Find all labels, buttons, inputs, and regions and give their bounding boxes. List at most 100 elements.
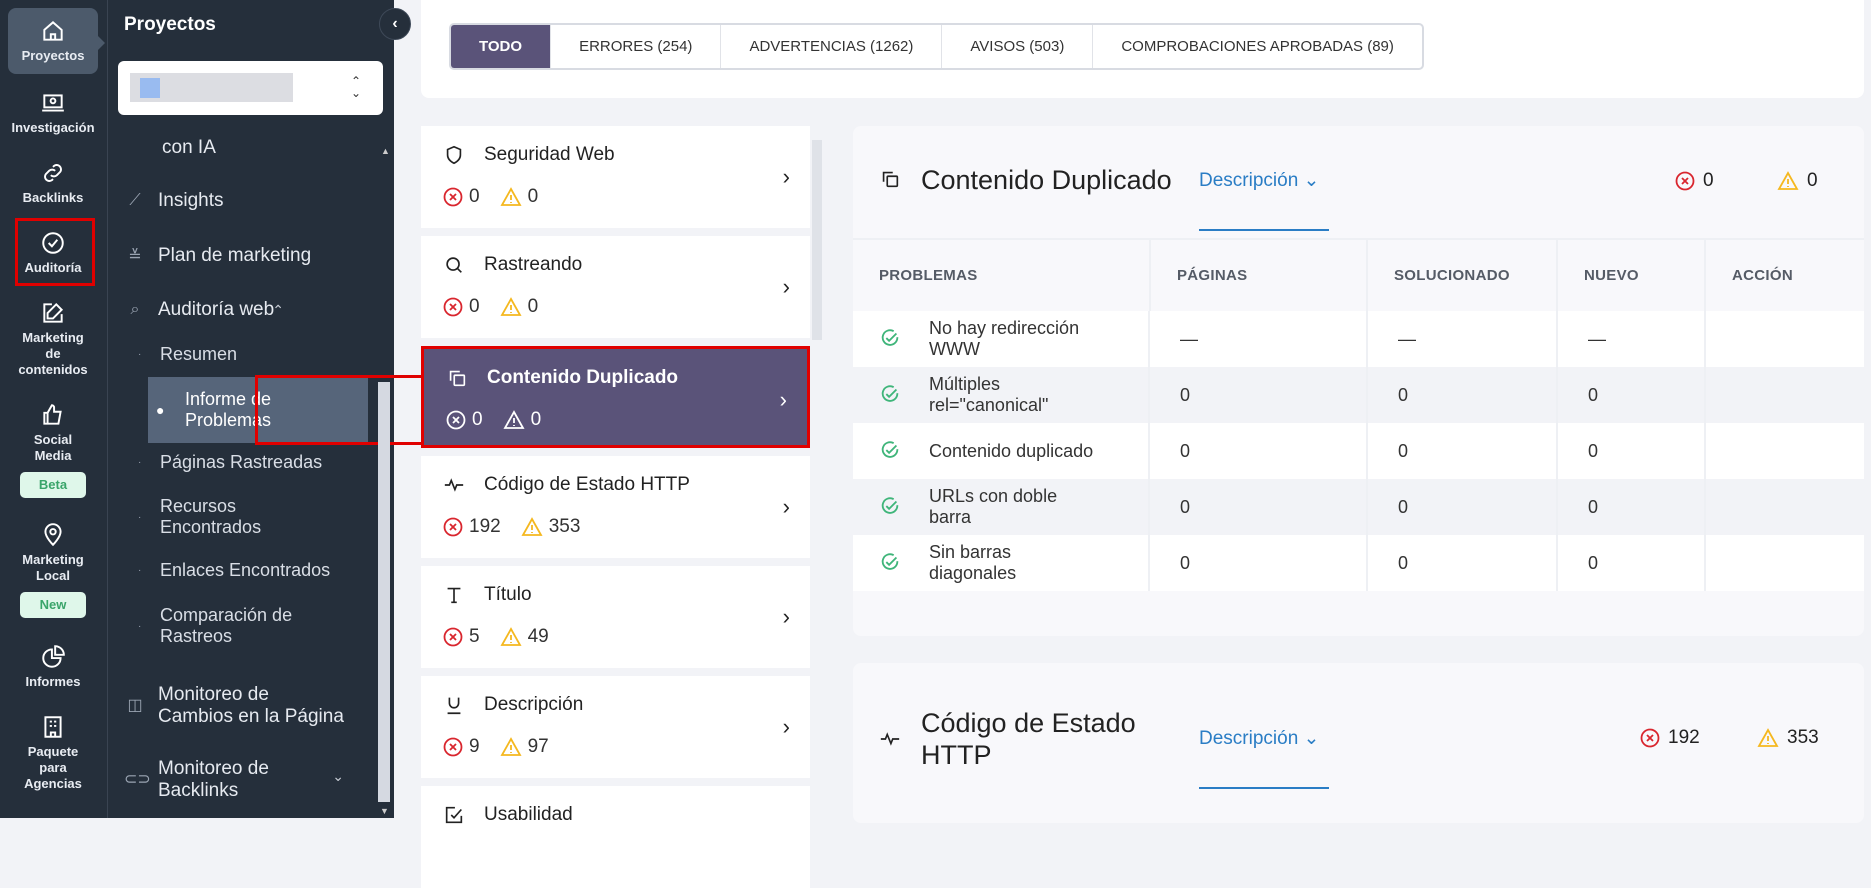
- action-cell: [1705, 535, 1864, 591]
- error-icon: [443, 297, 463, 317]
- rail-item-label: Marketing Local: [22, 552, 84, 583]
- description-underline: [1199, 787, 1329, 789]
- col-problemas: PROBLEMAS: [853, 238, 1151, 311]
- sidebar-item-monitoreo-backlinks[interactable]: ⊂⊃ Monitoreo de Backlinks: [124, 758, 308, 802]
- sidebar-item-con-ia[interactable]: con IA: [162, 137, 216, 159]
- description-underline: [1199, 229, 1329, 231]
- warning-count: 0: [527, 186, 539, 207]
- warning-icon: [1777, 171, 1799, 190]
- chevron-right-icon: ›: [782, 274, 790, 299]
- description-label: Descripción: [1199, 170, 1299, 191]
- sidebar-item-monitoreo-cambios[interactable]: ◫ Monitoreo de Cambios en la Página: [124, 684, 348, 728]
- subitem-enlaces-encontrados[interactable]: · Enlaces Encontrados: [138, 560, 368, 581]
- pages-cell: 0: [1150, 535, 1368, 591]
- tab-avisos[interactable]: AVISOS (503): [942, 25, 1094, 68]
- warning-icon: [500, 737, 522, 756]
- col-accion: ACCIÓN: [1705, 238, 1864, 311]
- project-name-blurred: [130, 73, 293, 102]
- category-name: Título: [484, 584, 532, 605]
- sidebar-item-auditoria-web[interactable]: ⌕ Auditoría web: [124, 299, 275, 321]
- chevron-up-icon[interactable]: ⌃: [272, 302, 284, 319]
- check-circle-icon: [881, 441, 899, 458]
- copy-icon: [449, 370, 466, 387]
- category-item[interactable]: Descripción 9 97 ›: [421, 676, 810, 778]
- check-circle-icon: [881, 553, 899, 570]
- project-selector[interactable]: ⌃ ⌄: [118, 61, 383, 115]
- category-item[interactable]: Usabilidad: [421, 786, 810, 888]
- sidebar-item-plan-marketing[interactable]: ≚ Plan de marketing: [124, 245, 311, 267]
- problem-name[interactable]: URLs con doble barra: [929, 486, 1099, 528]
- tab-errores[interactable]: ERRORES (254): [551, 25, 722, 68]
- rail-item-informes[interactable]: Informes: [8, 644, 98, 690]
- error-icon: [446, 410, 466, 430]
- problem-cell: Sin barras diagonales: [853, 535, 1150, 591]
- new-badge: New: [20, 592, 86, 618]
- panel-title: Contenido Duplicado: [921, 165, 1172, 195]
- rail-item-auditoria[interactable]: Auditoría: [8, 230, 98, 276]
- fixed-cell: 0: [1367, 423, 1558, 479]
- col-solucionado: SOLUCIONADO: [1367, 238, 1558, 311]
- scroll-down-arrow[interactable]: ▼: [380, 806, 389, 816]
- subitem-informe-problemas[interactable]: ● Informe de Problemas: [148, 377, 368, 443]
- subitem-recursos-encontrados[interactable]: · Recursos Encontrados: [138, 496, 368, 538]
- category-item[interactable]: Rastreando 0 0 ›: [421, 236, 810, 338]
- description-dropdown[interactable]: Descripción ⌄: [1199, 727, 1319, 750]
- chevron-right-icon: ›: [782, 494, 790, 519]
- category-name: Rastreando: [484, 254, 583, 275]
- table-row: No hay redirección WWW — — —: [853, 311, 1864, 367]
- subitem-resumen[interactable]: · Resumen: [138, 344, 368, 365]
- problem-name[interactable]: Múltiples rel="canonical": [929, 374, 1099, 416]
- rail-item-backlinks[interactable]: Backlinks: [8, 160, 98, 206]
- chevron-down-icon[interactable]: ⌄: [332, 768, 344, 785]
- new-cell: —: [1557, 311, 1706, 367]
- error-count: 9: [469, 736, 480, 757]
- category-counts: 5 49: [443, 626, 569, 648]
- sidebar-scrollbar[interactable]: [378, 382, 390, 802]
- error-icon: [443, 737, 463, 757]
- sparkline-icon: ⟋: [129, 192, 141, 209]
- subitem-comparacion-rastreos[interactable]: · Comparación de Rastreos: [138, 605, 368, 647]
- sidebar-item-label: con IA: [162, 137, 216, 158]
- tab-comprobaciones-aprobadas[interactable]: COMPROBACIONES APROBADAS (89): [1093, 25, 1422, 68]
- chevron-down-icon: ⌄: [1303, 728, 1320, 749]
- category-item[interactable]: Título 5 49 ›: [421, 566, 810, 668]
- collapse-sidebar-button[interactable]: ‹: [379, 8, 411, 40]
- problem-name[interactable]: No hay redirección WWW: [929, 318, 1099, 360]
- rail-item-investigacion[interactable]: Investigación: [8, 90, 98, 136]
- rail-item-label: Marketing de contenidos: [18, 330, 88, 377]
- rail-item-paquete-agencias[interactable]: Paquete para Agencias: [8, 714, 98, 792]
- warning-icon: [500, 297, 522, 316]
- scroll-up-arrow[interactable]: ▲: [381, 146, 390, 156]
- rail-item-marketing-local[interactable]: Marketing Local New: [8, 522, 98, 618]
- sidebar-item-insights[interactable]: ⟋ Insights: [124, 190, 223, 212]
- subitem-paginas-rastreadas[interactable]: · Páginas Rastreadas: [138, 452, 368, 473]
- problem-name[interactable]: Sin barras diagonales: [929, 542, 1099, 584]
- panel-error-count: 192: [1640, 727, 1700, 749]
- rail-item-social-media[interactable]: Social Media Beta: [8, 402, 98, 498]
- category-item[interactable]: Código de Estado HTTP 192 353 ›: [421, 456, 810, 558]
- description-dropdown[interactable]: Descripción ⌄: [1199, 169, 1319, 192]
- rail-item-label: Backlinks: [22, 190, 84, 205]
- category-item[interactable]: Contenido Duplicado 0 0 ›: [421, 346, 810, 448]
- action-cell: [1705, 423, 1864, 479]
- new-cell: 0: [1557, 535, 1706, 591]
- category-item[interactable]: Seguridad Web 0 0 ›: [421, 126, 810, 228]
- error-icon: [443, 517, 463, 537]
- rail-item-proyectos[interactable]: Proyectos: [8, 8, 105, 74]
- rail-item-marketing-contenidos[interactable]: Marketing de contenidos: [8, 300, 98, 378]
- category-counts: 192 353: [443, 516, 600, 538]
- checklist-icon: ≚: [128, 248, 142, 265]
- chevron-right-icon: ›: [782, 164, 790, 189]
- problem-name[interactable]: Contenido duplicado: [929, 441, 1099, 462]
- category-name: Contenido Duplicado: [487, 367, 679, 388]
- new-cell: 0: [1557, 479, 1706, 535]
- tab-todo[interactable]: TODO: [451, 25, 552, 68]
- warning-count: 353: [548, 516, 581, 537]
- tab-advertencias[interactable]: ADVERTENCIAS (1262): [721, 25, 943, 68]
- table-row: Múltiples rel="canonical" 0 0 0: [853, 367, 1864, 423]
- chevron-right-icon: ›: [779, 387, 787, 412]
- search-box-icon: ⌕: [130, 301, 140, 318]
- category-counts: 00: [446, 409, 561, 431]
- warning-icon: [500, 187, 522, 206]
- category-list-scrollbar[interactable]: [812, 140, 822, 340]
